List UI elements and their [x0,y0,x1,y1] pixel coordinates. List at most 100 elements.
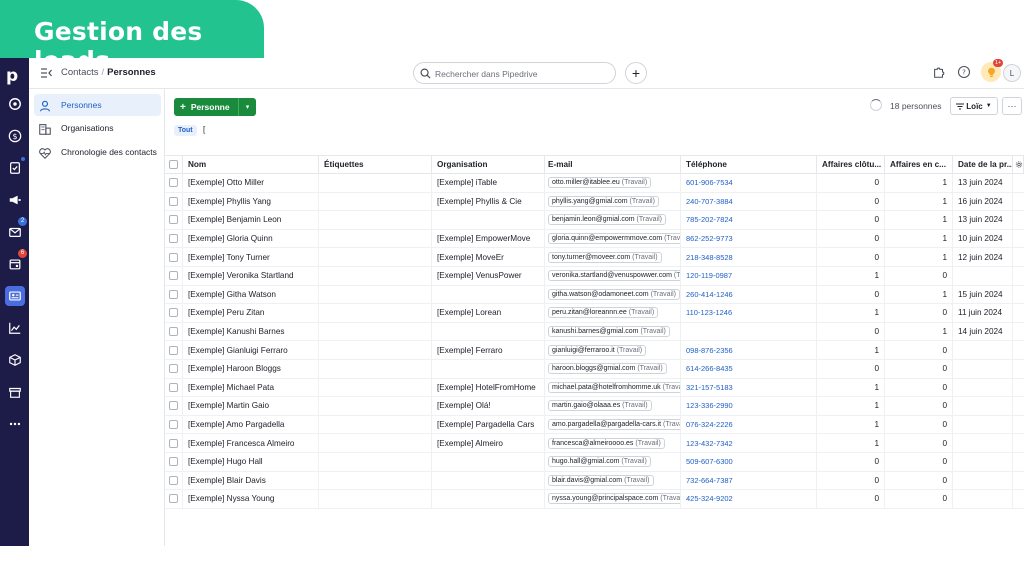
cell-email[interactable]: veronika.startland@venuspowwer.com (Trav… [545,266,681,285]
email-chip[interactable]: michael.pata@hotelfromhomme.uk (Travail) [548,381,680,393]
row-checkbox[interactable] [169,271,178,281]
row-checkbox[interactable] [169,234,178,244]
cell-telephone[interactable]: 509-607-6300 [681,452,817,471]
row-checkbox[interactable] [169,327,178,337]
rail-calendar[interactable]: 6 [0,249,29,276]
rail-focus[interactable] [0,92,29,116]
more-actions-button[interactable]: ··· [1002,97,1022,115]
row-checkbox[interactable] [169,457,178,467]
cell-etiquettes[interactable] [319,378,432,397]
email-chip[interactable]: hugo.hall@gmial.com (Travail) [548,456,651,468]
cell-telephone[interactable]: 123-336-2990 [681,397,817,415]
cell-nom[interactable]: [Exemple] Blair Davis [183,471,319,490]
row-checkbox[interactable] [169,475,178,485]
email-chip[interactable]: kanushi.barnes@gmial.com (Travail) [548,326,670,338]
cell-etiquettes[interactable] [319,229,432,248]
subnav-item-persons[interactable]: Personnes [34,94,161,116]
rail-tasks[interactable] [0,156,29,180]
email-chip[interactable]: veronika.startland@venuspowwer.com (Trav… [548,270,680,282]
header-telephone[interactable]: Téléphone [681,156,817,173]
search-input[interactable] [435,66,610,81]
cell-email[interactable]: tony.turner@moveer.com (Travail) [545,248,681,266]
help-button[interactable]: ? [957,65,971,84]
phone-link[interactable]: 123-336-2990 [686,401,733,410]
phone-link[interactable]: 218-348-8528 [686,253,733,262]
cell-etiquettes[interactable] [319,304,432,322]
cell-etiquettes[interactable] [319,285,432,304]
cell-nom[interactable]: [Exemple] Otto Miller [183,174,319,192]
cell-telephone[interactable]: 240-707-3884 [681,192,817,211]
email-chip[interactable]: nyssa.young@principalspace.com (Travail) [548,493,680,505]
cell-nom[interactable]: [Exemple] Nyssa Young [183,490,319,508]
table-row[interactable]: [Exemple] Peru Zitan [Exemple] Lorean peru… [165,304,1024,323]
user-avatar[interactable]: L [1003,64,1021,82]
select-all-checkbox[interactable] [169,160,178,169]
row-checkbox[interactable] [169,364,178,374]
cell-etiquettes[interactable] [319,174,432,192]
cell-telephone[interactable]: 732-664-7387 [681,471,817,490]
email-chip[interactable]: amo.pargadella@pargadella-cars.it (Trava… [548,419,680,431]
cell-telephone[interactable]: 098-876-2356 [681,341,817,359]
table-row[interactable]: [Exemple] Amo Pargadella [Exemple] Pargad… [165,415,1024,435]
table-row[interactable]: [Exemple] Otto Miller [Exemple] iTable ott… [165,174,1024,193]
cell-telephone[interactable] [681,322,817,341]
email-chip[interactable]: haroon.bloggs@gmial.com (Travail) [548,363,667,375]
cell-nom[interactable]: [Exemple] Benjamin Leon [183,211,319,229]
cell-nom[interactable]: [Exemple] Amo Pargadella [183,415,319,434]
cell-organisation[interactable] [432,452,545,471]
cell-nom[interactable]: [Exemple] Githa Watson [183,285,319,304]
email-chip[interactable]: francesca@almeiroooo.es (Travail) [548,437,665,449]
cell-etiquettes[interactable] [319,415,432,434]
cell-nom[interactable]: [Exemple] Gianluigi Ferraro [183,341,319,359]
cell-telephone[interactable]: 614-266-8435 [681,359,817,378]
phone-link[interactable]: 425-324-9202 [686,494,733,503]
cell-organisation[interactable]: [Exemple] Pargadella Cars [432,415,545,434]
row-checkbox[interactable] [169,345,178,355]
rail-marketplace[interactable] [0,380,29,404]
cell-email[interactable]: blair.davis@gmial.com (Travail) [545,471,681,490]
phone-link[interactable]: 509-607-6300 [686,457,733,466]
cell-nom[interactable]: [Exemple] Francesca Almeiro [183,434,319,452]
cell-email[interactable]: otto.miller@itablee.eu (Travail) [545,174,681,192]
cell-organisation[interactable] [432,211,545,229]
cell-nom[interactable]: [Exemple] Tony Turner [183,248,319,266]
cell-email[interactable]: nyssa.young@principalspace.com (Travail) [545,490,681,508]
filter-all-tag[interactable]: Tout [174,125,197,136]
phone-link[interactable]: 240-707-3884 [686,197,733,206]
email-chip[interactable]: martin.gaio@olaaa.es (Travail) [548,400,652,412]
cell-telephone[interactable]: 260-414-1246 [681,285,817,304]
email-chip[interactable]: gloria.quinn@empowermmove.com (Travail) [548,233,680,245]
header-affaires-en-cours[interactable]: Affaires en c... [885,156,953,173]
cell-organisation[interactable]: [Exemple] HotelFromHome [432,378,545,397]
cell-organisation[interactable]: [Exemple] Ferraro [432,341,545,359]
cell-telephone[interactable]: 321-157-5183 [681,378,817,397]
email-chip[interactable]: githa.watson@odamoneet.com (Travail) [548,288,680,300]
cell-telephone[interactable]: 785-202-7824 [681,211,817,229]
cell-etiquettes[interactable] [319,359,432,378]
cell-etiquettes[interactable] [319,248,432,266]
row-checkbox[interactable] [169,215,178,225]
phone-link[interactable]: 076-324-2226 [686,420,733,429]
extensions-button[interactable] [932,65,946,84]
cell-nom[interactable]: [Exemple] Hugo Hall [183,452,319,471]
phone-link[interactable]: 785-202-7824 [686,215,733,224]
header-affaires-cloturees[interactable]: Affaires clôtu... [817,156,885,173]
cell-telephone[interactable]: 601-906-7534 [681,174,817,192]
email-chip[interactable]: benjamin.leon@gmial.com (Travail) [548,214,666,226]
rail-deals[interactable]: $ [0,124,29,148]
cell-organisation[interactable]: [Exemple] EmpowerMove [432,229,545,248]
rail-insights[interactable] [0,316,29,340]
cell-email[interactable]: amo.pargadella@pargadella-cars.it (Trava… [545,415,681,434]
row-checkbox[interactable] [169,420,178,430]
table-row[interactable]: [Exemple] Githa Watson githa.watson@odamo… [165,285,1024,305]
email-chip[interactable]: blair.davis@gmial.com (Travail) [548,474,654,486]
subnav-item-organisations[interactable]: Organisations [34,117,161,139]
cell-organisation[interactable]: [Exemple] MoveEr [432,248,545,266]
table-row[interactable]: [Exemple] Francesca Almeiro [Exemple] Alm… [165,434,1024,453]
table-row[interactable]: [Exemple] Kanushi Barnes kanushi.barnes@g… [165,322,1024,342]
row-checkbox[interactable] [169,196,178,206]
global-search[interactable] [413,62,616,84]
tips-button[interactable]: 1+ [981,59,1004,82]
cell-organisation[interactable] [432,322,545,341]
cell-organisation[interactable]: [Exemple] Phyllis & Cie [432,192,545,211]
